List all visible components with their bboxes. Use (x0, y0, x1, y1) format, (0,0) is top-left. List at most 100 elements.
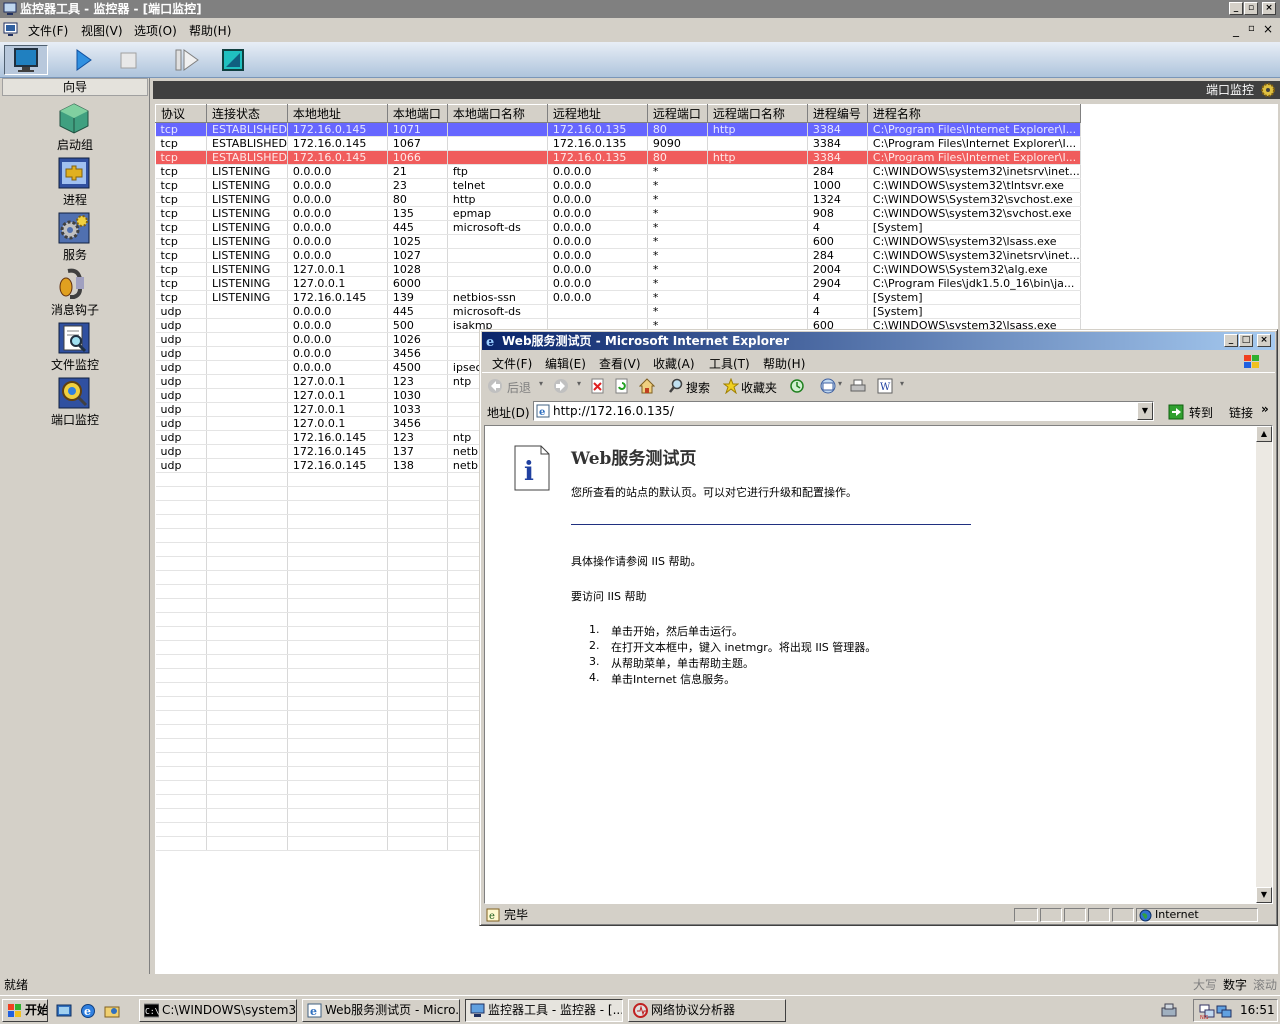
favorites-star-icon[interactable] (723, 378, 739, 394)
connections-tray-icon[interactable] (1216, 1003, 1232, 1019)
ie-title-bar[interactable]: e Web服务测试页 - Microsoft Internet Explorer… (482, 332, 1275, 350)
step-button[interactable] (172, 45, 202, 75)
show-desktop-icon[interactable] (56, 1003, 72, 1019)
column-header[interactable]: 协议 (155, 104, 207, 123)
ie-menu-favorites[interactable]: 收藏(A) (653, 355, 695, 372)
table-row[interactable]: tcp LISTENING 0.0.0.0 445 microsoft-ds 0.0.0.… (155, 220, 1081, 235)
table-row[interactable]: tcp LISTENING 127.0.0.1 1028 0.0.0.0 * 2004 C:\… (155, 262, 1081, 277)
table-row[interactable]: tcp LISTENING 127.0.0.1 6000 0.0.0.0 * 2904 C:\… (155, 276, 1081, 291)
mdi-close-button[interactable]: × (1263, 22, 1273, 36)
gear-icon[interactable] (1260, 82, 1276, 98)
search-icon[interactable] (668, 378, 684, 394)
links-button[interactable]: 链接 (1229, 404, 1253, 421)
ie-quicklaunch-icon[interactable]: e (80, 1003, 96, 1019)
table-row[interactable]: tcp ESTABLISHED 172.16.0.145 1071 172.16.0.1… (155, 122, 1081, 137)
back-button[interactable]: 后退 (507, 379, 531, 396)
print-icon[interactable] (850, 378, 866, 394)
home-icon[interactable] (639, 378, 655, 394)
address-dropdown-icon[interactable]: ▼ (1137, 402, 1153, 420)
network-tray-icon[interactable] (1160, 1002, 1178, 1018)
ie-maximize-button[interactable]: □ (1239, 334, 1253, 347)
menu-file[interactable]: 文件(F) (28, 22, 68, 39)
ie-close-button[interactable]: × (1257, 334, 1271, 347)
mail-icon[interactable] (820, 378, 836, 394)
table-row[interactable]: tcp ESTABLISHED 172.16.0.145 1067 172.16.0.1… (155, 136, 1081, 151)
ie-menu-view[interactable]: 查看(V) (599, 355, 641, 372)
column-header[interactable]: 远程地址 (546, 104, 648, 123)
minimize-button[interactable]: _ (1229, 2, 1243, 15)
ie-menu-tools[interactable]: 工具(T) (709, 355, 750, 372)
start-menu-button[interactable]: 开始 (2, 999, 48, 1022)
ie-menu-file[interactable]: 文件(F) (492, 355, 532, 372)
start-button[interactable] (67, 45, 97, 75)
column-header[interactable]: 进程编号 (806, 104, 868, 123)
column-header[interactable]: 本地端口名称 (446, 104, 548, 123)
table-row[interactable]: tcp LISTENING 172.16.0.145 139 netbios-ssn 0.… (155, 290, 1081, 305)
column-header[interactable]: 远程端口 (646, 104, 708, 123)
ie-menu-help[interactable]: 帮助(H) (763, 355, 805, 372)
scroll-up-button[interactable]: ▲ (1256, 426, 1272, 442)
search-button[interactable]: 搜索 (686, 379, 710, 396)
stop-x-icon[interactable] (590, 378, 606, 394)
table-cell: 21 (387, 164, 448, 179)
mdi-restore-button[interactable]: ▫ (1248, 23, 1255, 34)
ie-window[interactable]: e Web服务测试页 - Microsoft Internet Explorer… (479, 329, 1278, 926)
forward-dropdown-icon[interactable]: ▾ (577, 379, 581, 388)
sidebar-item-process[interactable]: 进程 (0, 157, 150, 211)
column-header[interactable]: 本地端口 (386, 104, 448, 123)
sidebar-item-startup[interactable]: 启动组 (0, 102, 150, 156)
table-row[interactable]: tcp LISTENING 0.0.0.0 1025 0.0.0.0 * 600 C:\WIN… (155, 234, 1081, 249)
table-row[interactable]: tcp LISTENING 0.0.0.0 23 telnet 0.0.0.0 * 1000 C… (155, 178, 1081, 193)
table-row[interactable]: tcp LISTENING 0.0.0.0 80 http 0.0.0.0 * 1324 C:\… (155, 192, 1081, 207)
table-row[interactable]: tcp LISTENING 0.0.0.0 1027 0.0.0.0 * 284 C:\WIN… (155, 248, 1081, 263)
table-row[interactable]: udp 0.0.0.0 445 microsoft-ds * 4 [System] (155, 304, 1081, 319)
restore-button[interactable]: ▫ (1244, 2, 1258, 15)
column-header[interactable]: 进程名称 (866, 104, 1081, 123)
refresh-icon[interactable] (614, 378, 630, 394)
close-button[interactable]: × (1262, 2, 1276, 15)
taskbar-item-monitor[interactable]: 监控器工具 - 监控器 - [... (465, 999, 623, 1022)
network-status-icon[interactable]: NIS (1199, 1003, 1215, 1019)
menu-options[interactable]: 选项(O) (134, 22, 177, 39)
table-row[interactable]: tcp LISTENING 0.0.0.0 135 epmap 0.0.0.0 * 908 C:… (155, 206, 1081, 221)
ie-menu-edit[interactable]: 编辑(E) (545, 355, 586, 372)
favorites-button[interactable]: 收藏夹 (741, 379, 777, 396)
sidebar-item-services[interactable]: 服务 (0, 212, 150, 266)
sidebar-item-file-monitor[interactable]: 文件监控 (0, 322, 150, 376)
stop-button[interactable] (113, 45, 143, 75)
ie-minimize-button[interactable]: _ (1224, 334, 1238, 347)
mail-dropdown-icon[interactable]: ▾ (838, 379, 842, 388)
table-cell: 172.16.0.145 (287, 458, 388, 473)
menu-view[interactable]: 视图(V) (81, 22, 123, 39)
sidebar-item-message-hook[interactable]: 消息钩子 (0, 267, 150, 321)
ie-vertical-scrollbar[interactable]: ▲ ▼ (1256, 426, 1272, 903)
column-header[interactable]: 连接状态 (206, 104, 288, 123)
document-system-icon[interactable] (3, 22, 19, 38)
table-row[interactable]: tcp LISTENING 0.0.0.0 21 ftp 0.0.0.0 * 284 C:\WI… (155, 164, 1081, 179)
table-cell (387, 682, 448, 697)
go-button[interactable]: 转到 (1189, 404, 1213, 421)
go-arrow-icon[interactable] (1168, 404, 1184, 420)
mdi-minimize-button[interactable]: _ (1233, 23, 1239, 37)
back-arrow-icon[interactable] (487, 378, 503, 394)
edit-dropdown-icon[interactable]: ▾ (900, 379, 904, 388)
edit-word-icon[interactable]: W (877, 378, 893, 394)
capture-button[interactable] (218, 45, 248, 75)
links-chevron-icon[interactable]: » (1261, 402, 1269, 416)
address-input[interactable]: e http://172.16.0.135/ ▼ (533, 401, 1154, 421)
history-icon[interactable] (789, 378, 805, 394)
explorer-quicklaunch-icon[interactable] (104, 1003, 120, 1019)
column-header[interactable]: 远程端口名称 (706, 104, 808, 123)
taskbar-item-cmd[interactable]: C:\ C:\WINDOWS\system32... (139, 999, 297, 1022)
taskbar-item-ie[interactable]: e Web服务测试页 - Micro... (302, 999, 460, 1022)
table-row[interactable]: tcp ESTABLISHED 172.16.0.145 1066 172.16.0.1… (155, 150, 1081, 165)
sidebar-item-port-monitor[interactable]: 端口监控 (0, 377, 150, 431)
scroll-down-button[interactable]: ▼ (1256, 887, 1272, 903)
taskbar-item-protocol-analyzer[interactable]: 网络协议分析器 (628, 999, 786, 1022)
forward-arrow-icon[interactable] (553, 378, 569, 394)
monitor-view-button[interactable] (4, 45, 48, 75)
column-header[interactable]: 本地地址 (286, 104, 388, 123)
main-title-bar[interactable]: 监控器工具 - 监控器 - [端口监控] _ ▫ × (0, 0, 1280, 18)
menu-help[interactable]: 帮助(H) (189, 22, 231, 39)
back-dropdown-icon[interactable]: ▾ (539, 379, 543, 388)
